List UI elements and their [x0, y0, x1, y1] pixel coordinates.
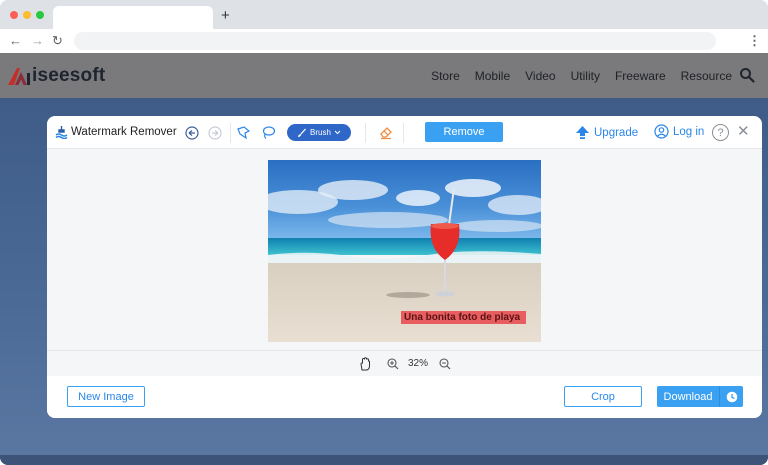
tool-title-label: Watermark Remover [71, 126, 177, 138]
brush-label: Brush [310, 128, 331, 137]
user-icon [654, 124, 669, 139]
chevron-down-icon [334, 130, 341, 135]
editor-toolbar: Watermark Remover Brush Remove Upgrade L… [47, 116, 762, 149]
eraser-icon[interactable] [378, 125, 393, 140]
site-header: iseesoft Store Mobile Video Utility Free… [0, 53, 768, 98]
reload-icon[interactable]: ↻ [52, 32, 63, 50]
toolbar-divider [230, 123, 231, 143]
search-icon[interactable] [739, 67, 755, 83]
site-logo[interactable]: iseesoft [6, 65, 105, 87]
tab-strip: + [0, 0, 768, 29]
upgrade-icon [576, 126, 589, 139]
browser-tab[interactable] [53, 6, 213, 29]
watermark-text: Una bonita foto de playa [404, 312, 521, 323]
site-nav-utility[interactable]: Utility [571, 69, 600, 83]
browser-window: + ← → ↻ ⋮ iseesoft Store Mobile Video Ut… [0, 0, 768, 465]
new-tab-button[interactable]: + [221, 7, 230, 25]
site-nav-video[interactable]: Video [525, 69, 555, 83]
forward-icon[interactable]: → [31, 32, 44, 50]
site-nav-store[interactable]: Store [431, 69, 460, 83]
site-nav-freeware[interactable]: Freeware [615, 69, 666, 83]
minimize-window-button[interactable] [23, 11, 31, 19]
zoom-in-icon[interactable] [387, 358, 399, 370]
upgrade-link[interactable]: Upgrade [575, 125, 638, 140]
site-nav-mobile[interactable]: Mobile [475, 69, 510, 83]
watermark-icon [55, 126, 68, 139]
close-icon[interactable]: ✕ [737, 123, 750, 141]
dialog-footer: New Image Crop Download [47, 376, 762, 418]
polygon-lasso-icon[interactable] [236, 125, 251, 140]
brush-dropdown-button[interactable]: Brush [287, 124, 351, 141]
lasso-icon[interactable] [261, 125, 276, 140]
undo-icon[interactable] [185, 126, 199, 140]
watermark-remover-dialog: Watermark Remover Brush Remove Upgrade L… [47, 116, 762, 418]
zoom-level: 32% [408, 358, 429, 369]
login-label: Log in [673, 125, 705, 138]
site-nav-resource[interactable]: Resource [681, 69, 732, 83]
browser-navbar: ← → ↻ ⋮ [0, 29, 768, 53]
browser-menu-icon[interactable]: ⋮ [748, 32, 761, 50]
close-window-button[interactable] [10, 11, 18, 19]
page-bottom [0, 455, 768, 465]
remove-button[interactable]: Remove [425, 122, 503, 142]
zoom-out-icon[interactable] [439, 358, 451, 370]
upgrade-label: Upgrade [594, 126, 639, 139]
redo-icon[interactable] [208, 126, 222, 140]
maximize-window-button[interactable] [36, 11, 44, 19]
logo-text: iseesoft [32, 65, 106, 86]
new-image-button[interactable]: New Image [67, 386, 145, 407]
help-icon[interactable]: ? [712, 124, 729, 141]
back-icon[interactable]: ← [9, 32, 22, 50]
hand-icon[interactable] [359, 357, 371, 371]
download-button[interactable]: Download [657, 386, 743, 407]
crop-button[interactable]: Crop [564, 386, 642, 407]
download-label: Download [663, 390, 713, 403]
site-nav: Store Mobile Video Utility Freeware Reso… [431, 69, 732, 83]
toolbar-divider [403, 123, 404, 143]
beach-photo[interactable]: Una bonita foto de playa [268, 160, 541, 342]
address-bar[interactable] [74, 32, 716, 50]
tool-title: Watermark Remover [55, 125, 177, 139]
image-canvas: Una bonita foto de playa [47, 149, 762, 350]
toolbar-divider [365, 123, 366, 143]
download-options[interactable] [720, 391, 743, 403]
logo-mark-icon [8, 68, 30, 85]
brush-icon [298, 128, 307, 137]
clock-icon [726, 391, 737, 402]
zoom-bar: 32% [47, 350, 762, 376]
login-link[interactable]: Log in [654, 124, 704, 139]
